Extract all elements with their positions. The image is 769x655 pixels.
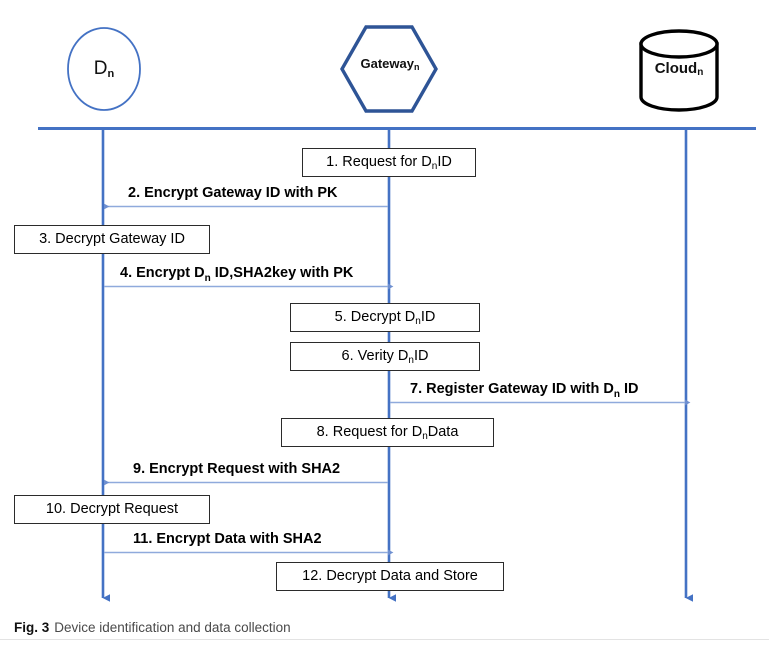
actor-device-label: Dn [93,58,115,80]
message-label-7: 7. Register Gateway ID with Dn ID [410,381,639,400]
sequence-diagram: Dn Gatewayn Cloudn 1. Request for Dn ID … [0,0,769,612]
message-box-8: 8. Request for Dn Data [281,418,494,447]
message-label-2: 2. Encrypt Gateway ID with PK [128,185,338,201]
actor-cloud-label: Cloudn [654,60,704,78]
message-label-4: 4. Encrypt Dn ID,SHA2key with PK [120,265,354,284]
message-label-11: 11. Encrypt Data with SHA2 [133,531,322,547]
message-box-1: 1. Request for Dn ID [302,148,476,177]
figure-caption-label: Fig. 3 [14,620,50,635]
message-box-12: 12. Decrypt Data and Store [276,562,504,591]
figure-caption: Fig. 3 Device identification and data col… [14,620,754,636]
message-box-3: 3. Decrypt Gateway ID [14,225,210,254]
actor-gateway-label: Gatewayn [360,56,420,72]
message-box-6: 6. Verity Dn ID [290,342,480,371]
figure-caption-text: Device identification and data collectio… [54,620,291,635]
message-box-5: 5. Decrypt Dn ID [290,303,480,332]
message-box-10: 10. Decrypt Request [14,495,210,524]
figure-container: Dn Gatewayn Cloudn 1. Request for Dn ID … [0,0,769,655]
message-label-9: 9. Encrypt Request with SHA2 [133,461,341,477]
